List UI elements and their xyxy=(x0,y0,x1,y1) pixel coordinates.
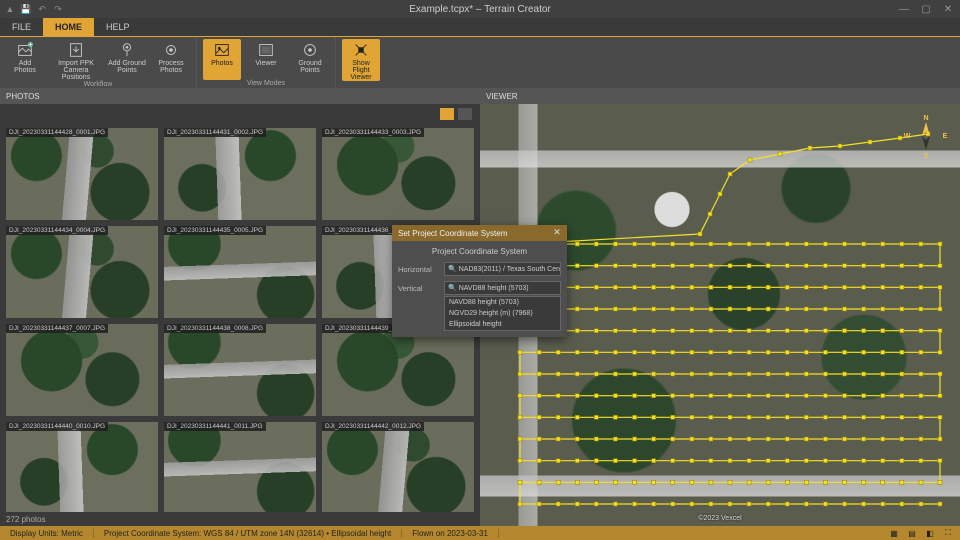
view-photos-button[interactable]: Photos xyxy=(203,39,241,80)
photo-thumbnail[interactable]: DJI_20230331144431_0002.JPG xyxy=(164,128,316,220)
app-icon: ▲ xyxy=(4,3,16,15)
ground-points-icon xyxy=(118,41,136,59)
thumbnail-filename: DJI_20230331144428_0001.JPG xyxy=(6,128,108,137)
add-ground-points-label: Add Ground Points xyxy=(108,60,146,74)
photo-thumbnail[interactable]: DJI_20230331144441_0011.JPG xyxy=(164,422,316,512)
dialog-title[interactable]: Set Project Coordinate System ✕ xyxy=(392,225,567,241)
vertical-crs-input[interactable]: 🔍NAVD88 height (5703) xyxy=(444,281,561,295)
dialog-section-header: Project Coordinate System xyxy=(398,247,561,256)
vertical-crs-dropdown: NAVD88 height (5703)NGVD29 height (m) (7… xyxy=(444,296,561,331)
svg-text:N: N xyxy=(923,115,928,122)
photo-thumbnail[interactable]: DJI_20230331144440_0010.JPG xyxy=(6,422,158,512)
viewer-panel-header: VIEWER xyxy=(480,88,960,104)
viewer-icon xyxy=(257,41,275,59)
grid-view-button[interactable] xyxy=(440,108,454,120)
add-ground-points-button[interactable]: Add Ground Points xyxy=(108,39,146,81)
show-flight-viewer-label: Show Flight Viewer xyxy=(350,60,371,81)
titlebar: ▲ 💾 ↶ ↷ Example.tcpx* – Terrain Creator … xyxy=(0,0,960,18)
menu-tabs: FILE HOME HELP xyxy=(0,18,960,36)
photos-count: 272 photos xyxy=(0,512,480,526)
thumbnail-filename: DJI_20230331144441_0011.JPG xyxy=(164,422,266,431)
thumbnail-filename: DJI_20230331144440_0010.JPG xyxy=(6,422,108,431)
ribbon-group-workflow: Add Photos Import PPK Camera Positions A… xyxy=(0,37,197,88)
status-display-units[interactable]: Display Units: Metric xyxy=(0,529,94,538)
tab-help[interactable]: HELP xyxy=(94,18,142,36)
view-modes-group-label: View Modes xyxy=(203,80,329,88)
status-icon-2[interactable]: ▤ xyxy=(906,527,918,539)
close-button[interactable]: ✕ xyxy=(940,2,956,16)
vertical-label: Vertical xyxy=(398,284,438,293)
ribbon-group-view-modes: Photos Viewer Ground Points View Modes xyxy=(197,37,336,88)
status-pcs[interactable]: Project Coordinate System: WGS 84 / UTM … xyxy=(94,529,402,538)
search-icon: 🔍 xyxy=(448,284,457,292)
status-icon-3[interactable]: ◧ xyxy=(924,527,936,539)
view-viewer-label: Viewer xyxy=(255,60,276,67)
status-flown-date: Flown on 2023-03-31 xyxy=(402,529,499,538)
photo-thumbnail[interactable]: DJI_20230331144439_0009.JPG xyxy=(322,324,474,416)
view-viewer-button[interactable]: Viewer xyxy=(247,39,285,80)
photos-panel-header: PHOTOS xyxy=(0,88,480,104)
process-photos-button[interactable]: Process Photos xyxy=(152,39,190,81)
add-photos-label: Add Photos xyxy=(14,60,36,74)
photo-thumbnail[interactable]: DJI_20230331144438_0008.JPG xyxy=(164,324,316,416)
photos-plus-icon xyxy=(16,41,34,59)
redo-icon[interactable]: ↷ xyxy=(52,3,64,15)
target-icon xyxy=(301,41,319,59)
status-icon-1[interactable]: ▦ xyxy=(888,527,900,539)
crs-option[interactable]: NAVD88 height (5703) xyxy=(445,297,560,308)
view-photos-label: Photos xyxy=(211,60,233,67)
view-ground-points-button[interactable]: Ground Points xyxy=(291,39,329,80)
undo-icon[interactable]: ↶ xyxy=(36,3,48,15)
dialog-close-button[interactable]: ✕ xyxy=(551,226,563,238)
photo-thumbnail[interactable]: DJI_20230331144434_0004.JPG xyxy=(6,226,158,318)
photo-thumbnail[interactable]: DJI_20230331144437_0007.JPG xyxy=(6,324,158,416)
import-icon xyxy=(67,41,85,59)
map-attribution: ©2023 Vexcel xyxy=(698,515,741,522)
statusbar: Display Units: Metric Project Coordinate… xyxy=(0,526,960,540)
import-ppk-button[interactable]: Import PPK Camera Positions xyxy=(50,39,102,81)
svg-text:E: E xyxy=(943,133,948,140)
add-photos-button[interactable]: Add Photos xyxy=(6,39,44,81)
import-ppk-label: Import PPK Camera Positions xyxy=(50,60,102,81)
process-photos-label: Process Photos xyxy=(158,60,183,74)
search-icon: 🔍 xyxy=(448,265,457,273)
window-title: Example.tcpx* – Terrain Creator xyxy=(409,4,551,15)
photo-thumbnail[interactable]: DJI_20230331144433_0003.JPG xyxy=(322,128,474,220)
horizontal-crs-input[interactable]: 🔍NAD83(2011) / Texas South Central (6587… xyxy=(444,262,561,276)
set-crs-dialog: Set Project Coordinate System ✕ Project … xyxy=(392,225,567,337)
minimize-button[interactable]: — xyxy=(896,2,912,16)
ribbon: Add Photos Import PPK Camera Positions A… xyxy=(0,36,960,88)
thumbnail-filename: DJI_20230331144433_0003.JPG xyxy=(322,128,424,137)
crs-option[interactable]: Ellipsoidal height xyxy=(445,319,560,330)
svg-text:W: W xyxy=(904,133,911,140)
gear-icon xyxy=(162,41,180,59)
thumbnail-filename: DJI_20230331144435_0005.JPG xyxy=(164,226,266,235)
fullscreen-icon[interactable]: ⛶ xyxy=(942,527,954,539)
list-view-button[interactable] xyxy=(458,108,472,120)
view-ground-points-label: Ground Points xyxy=(298,60,321,74)
horizontal-label: Horizontal xyxy=(398,265,438,274)
thumbnail-filename: DJI_20230331144438_0008.JPG xyxy=(164,324,266,333)
image-icon xyxy=(213,41,231,59)
compass-icon[interactable]: N E S W xyxy=(902,112,950,160)
thumbnail-filename: DJI_20230331144442_0012.JPG xyxy=(322,422,424,431)
photo-thumbnail[interactable]: DJI_20230331144428_0001.JPG xyxy=(6,128,158,220)
tab-home[interactable]: HOME xyxy=(43,18,94,36)
drone-icon xyxy=(352,41,370,59)
thumbnail-filename: DJI_20230331144434_0004.JPG xyxy=(6,226,108,235)
tab-file[interactable]: FILE xyxy=(0,18,43,36)
thumbnail-filename: DJI_20230331144437_0007.JPG xyxy=(6,324,108,333)
show-flight-viewer-button[interactable]: Show Flight Viewer xyxy=(342,39,380,81)
photo-thumbnail[interactable]: DJI_20230331144435_0005.JPG xyxy=(164,226,316,318)
save-icon[interactable]: 💾 xyxy=(20,3,32,15)
photo-thumbnail[interactable]: DJI_20230331144442_0012.JPG xyxy=(322,422,474,512)
ribbon-group-flight: Show Flight Viewer xyxy=(336,37,386,88)
crs-option[interactable]: NGVD29 height (m) (7968) xyxy=(445,308,560,319)
maximize-button[interactable]: ▢ xyxy=(918,2,934,16)
thumbnail-filename: DJI_20230331144431_0002.JPG xyxy=(164,128,266,137)
svg-text:S: S xyxy=(924,153,929,160)
